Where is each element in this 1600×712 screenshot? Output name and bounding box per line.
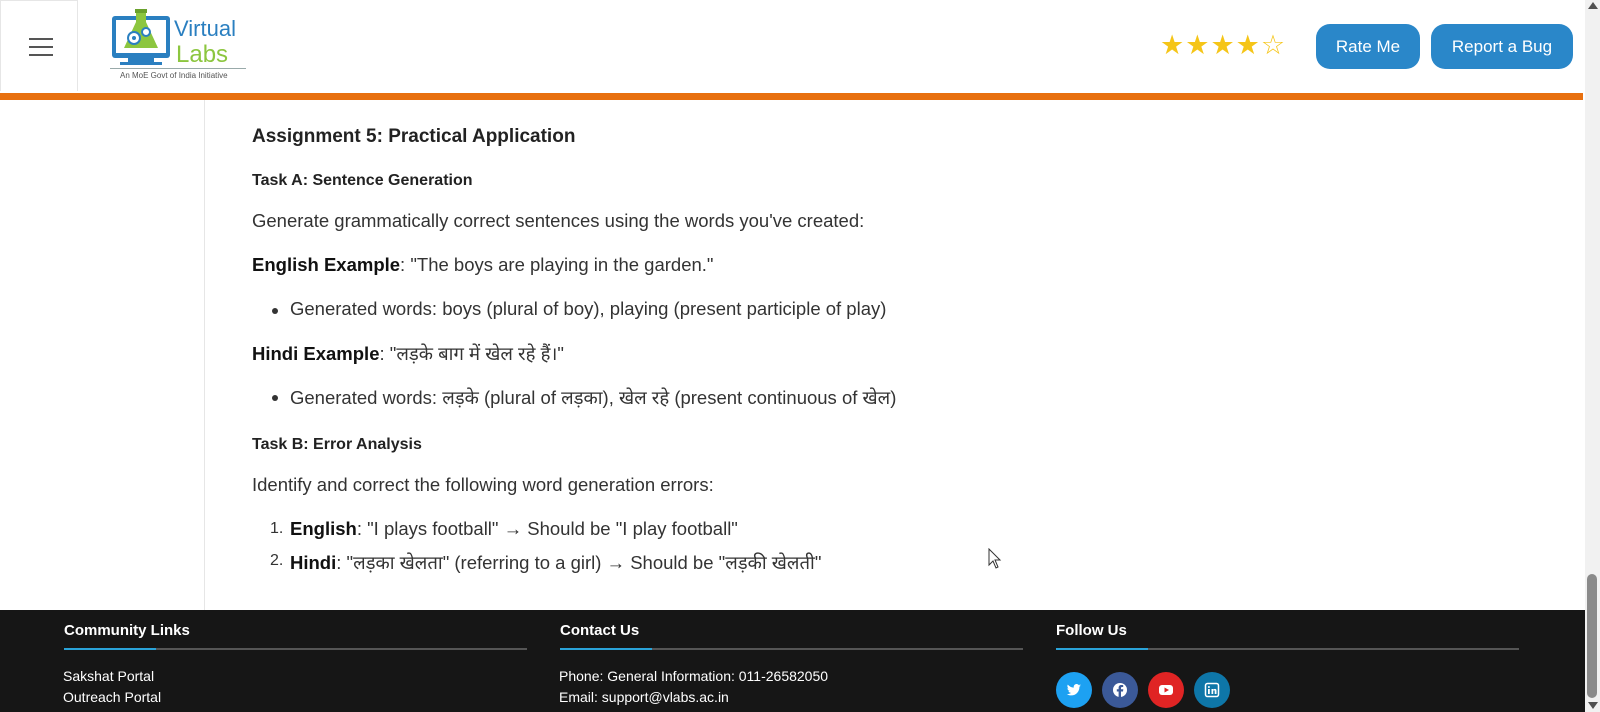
section-divider bbox=[1056, 648, 1519, 650]
virtual-labs-logo[interactable]: Virtual Labs An MoE Govt of India Initia… bbox=[110, 8, 250, 84]
hindi-example-label: Hindi Example bbox=[252, 343, 380, 364]
contact-email[interactable]: Email: support@vlabs.ac.in bbox=[559, 689, 729, 705]
list-number: 2. bbox=[270, 552, 284, 569]
scroll-up-arrow-icon[interactable] bbox=[1588, 2, 1598, 9]
task-a-intro: Generate grammatically correct sentences… bbox=[252, 210, 865, 231]
menu-toggle[interactable] bbox=[0, 0, 78, 91]
rate-me-button[interactable]: Rate Me bbox=[1316, 24, 1420, 69]
youtube-icon[interactable] bbox=[1148, 672, 1184, 708]
site-footer: Community Links Sakshat Portal Outreach … bbox=[0, 610, 1585, 712]
report-bug-button[interactable]: Report a Bug bbox=[1431, 24, 1573, 69]
error-item-label: Hindi bbox=[290, 552, 337, 573]
svg-text:Virtual: Virtual bbox=[174, 16, 236, 41]
error-item-label: English bbox=[290, 518, 357, 539]
english-example-text: : "The boys are playing in the garden." bbox=[400, 254, 714, 275]
outreach-portal-link[interactable]: Outreach Portal bbox=[63, 689, 161, 705]
hindi-example-text: : "लड़के बाग में खेल रहे हैं।" bbox=[379, 343, 564, 364]
english-bullet: Generated words: boys (plural of boy), p… bbox=[271, 298, 887, 319]
list-number: 1. bbox=[270, 520, 284, 537]
star-empty-icon[interactable]: ☆ bbox=[1261, 30, 1285, 60]
assignment-title: Assignment 5: Practical Application bbox=[252, 126, 576, 147]
star-rating[interactable]: ★ ★ ★ ★ ☆ bbox=[1160, 30, 1285, 60]
star-filled-icon[interactable]: ★ bbox=[1236, 30, 1260, 60]
community-links-title: Community Links bbox=[64, 622, 190, 639]
contact-phone: Phone: General Information: 011-26582050 bbox=[559, 668, 829, 684]
task-b-intro: Identify and correct the following word … bbox=[252, 474, 714, 495]
section-divider bbox=[560, 648, 1023, 650]
english-example: English Example: "The boys are playing i… bbox=[252, 254, 713, 276]
english-example-label: English Example bbox=[252, 254, 401, 275]
follow-title: Follow Us bbox=[1056, 622, 1127, 639]
logo-divider bbox=[110, 68, 246, 69]
twitter-icon[interactable] bbox=[1056, 672, 1092, 708]
hindi-bullet: Generated words: लड़के (plural of लड़का)… bbox=[271, 387, 897, 408]
logo-subtitle: An MoE Govt of India Initiative bbox=[120, 71, 228, 80]
error-item-text: : "I plays football" → Should be "I play… bbox=[356, 518, 738, 539]
error-item-english: 1. English: "I plays football" → Should b… bbox=[270, 518, 738, 540]
task-b-title: Task B: Error Analysis bbox=[252, 436, 422, 453]
svg-text:Labs: Labs bbox=[176, 41, 228, 68]
star-filled-icon[interactable]: ★ bbox=[1185, 30, 1209, 60]
hindi-example: Hindi Example: "लड़के बाग में खेल रहे है… bbox=[252, 341, 564, 366]
mouse-cursor-icon bbox=[988, 548, 1002, 569]
site-header: Virtual Labs An MoE Govt of India Initia… bbox=[0, 0, 1583, 100]
scroll-down-arrow-icon[interactable] bbox=[1588, 702, 1598, 709]
task-a-title: Task A: Sentence Generation bbox=[252, 172, 473, 189]
star-filled-icon[interactable]: ★ bbox=[1160, 30, 1184, 60]
logo-graphic: Virtual Labs bbox=[112, 9, 236, 68]
linkedin-icon[interactable] bbox=[1194, 672, 1230, 708]
hamburger-icon[interactable] bbox=[29, 38, 53, 56]
contact-title: Contact Us bbox=[560, 622, 640, 639]
star-filled-icon[interactable]: ★ bbox=[1210, 30, 1234, 60]
error-item-text: : "लड़का खेलता" (referring to a girl) → … bbox=[336, 552, 822, 573]
page-scrollbar[interactable] bbox=[1585, 0, 1600, 712]
section-divider bbox=[64, 648, 527, 650]
error-item-hindi: 2. Hindi: "लड़का खेलता" (referring to a g… bbox=[270, 550, 822, 575]
content-left-border bbox=[204, 100, 205, 611]
sakshat-portal-link[interactable]: Sakshat Portal bbox=[63, 668, 154, 684]
scrollbar-thumb[interactable] bbox=[1587, 574, 1597, 698]
facebook-icon[interactable] bbox=[1102, 672, 1138, 708]
